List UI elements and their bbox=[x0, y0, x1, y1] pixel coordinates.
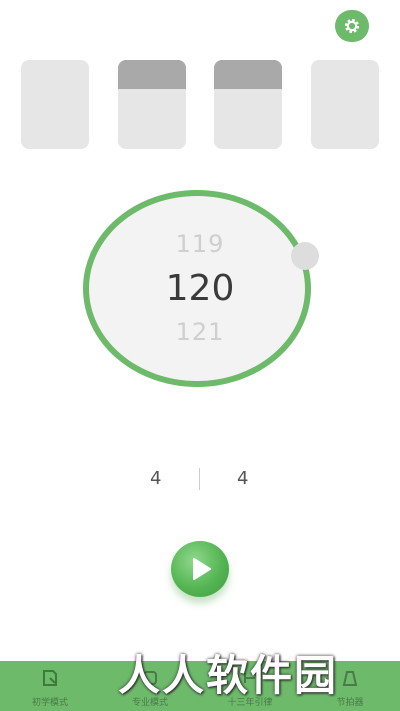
beat-cell-4[interactable] bbox=[311, 60, 379, 149]
beginner-icon bbox=[43, 670, 57, 686]
tempo-current: 120 bbox=[165, 268, 235, 309]
beat-accent-fill bbox=[118, 60, 186, 90]
beat-accent-row bbox=[21, 60, 379, 150]
beat-cell-1[interactable] bbox=[21, 60, 89, 149]
tempo-next[interactable]: 121 bbox=[0, 318, 400, 346]
watermark: 人人软件园 bbox=[118, 651, 339, 700]
time-signature-beats[interactable]: 4 bbox=[150, 468, 161, 489]
play-button[interactable] bbox=[171, 541, 229, 597]
tab-beginner-mode[interactable]: 初学模式 bbox=[0, 661, 100, 711]
time-signature-note[interactable]: 4 bbox=[237, 468, 248, 489]
time-signature-divider bbox=[199, 468, 200, 490]
settings-button[interactable] bbox=[335, 10, 369, 42]
tempo-previous[interactable]: 119 bbox=[0, 230, 400, 258]
beat-cell-3[interactable] bbox=[214, 60, 282, 149]
metronome-icon bbox=[342, 671, 358, 686]
play-icon bbox=[193, 558, 211, 580]
beat-accent-fill bbox=[214, 60, 282, 90]
gear-icon bbox=[344, 18, 360, 34]
tab-label: 初学模式 bbox=[31, 698, 68, 708]
beat-cell-2[interactable] bbox=[118, 60, 186, 149]
